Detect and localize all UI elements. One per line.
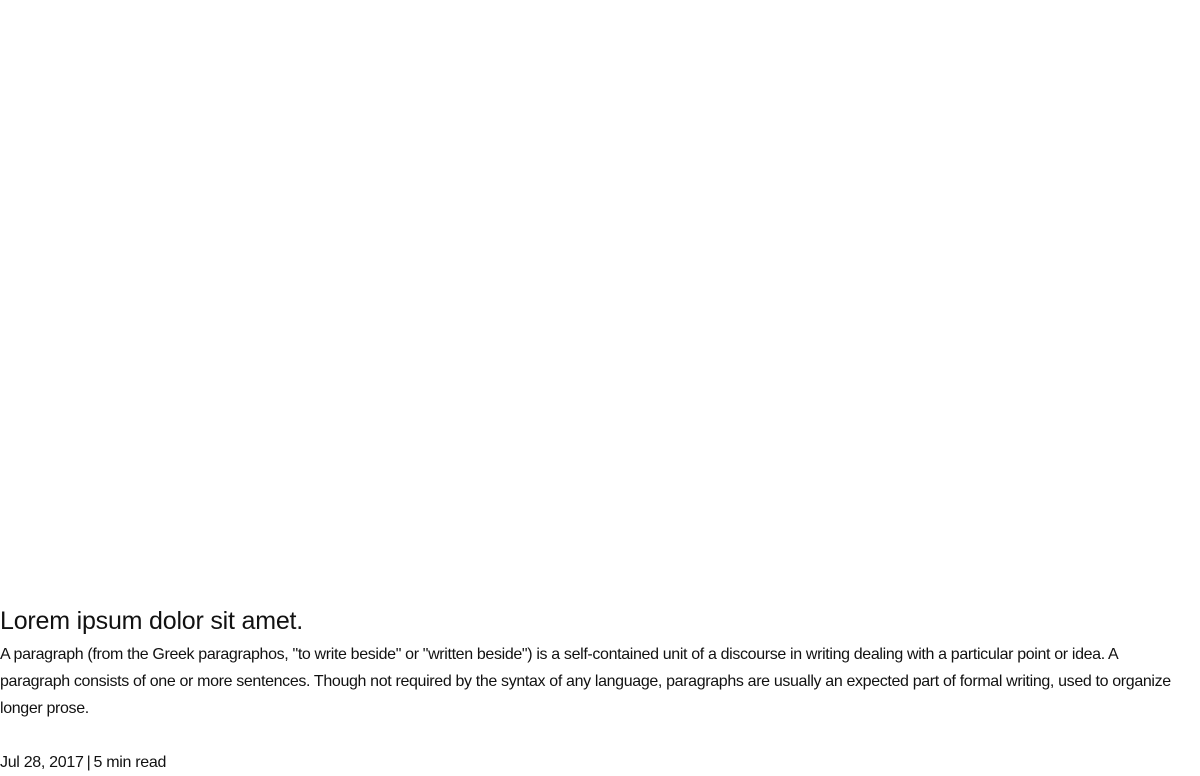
article-title[interactable]: Lorem ipsum dolor sit amet.	[0, 604, 303, 638]
article-cover-image	[0, 0, 1200, 590]
article-read-time: 5 min read	[93, 754, 167, 771]
article-meta: Jul 28, 2017 | 5 min read	[0, 750, 166, 776]
article-excerpt: A paragraph (from the Greek paragraphos,…	[0, 646, 1171, 717]
meta-separator: |	[86, 754, 91, 771]
article-card: Lorem ipsum dolor sit amet. A paragraph …	[0, 0, 1200, 776]
article-date: Jul 28, 2017	[0, 754, 84, 771]
